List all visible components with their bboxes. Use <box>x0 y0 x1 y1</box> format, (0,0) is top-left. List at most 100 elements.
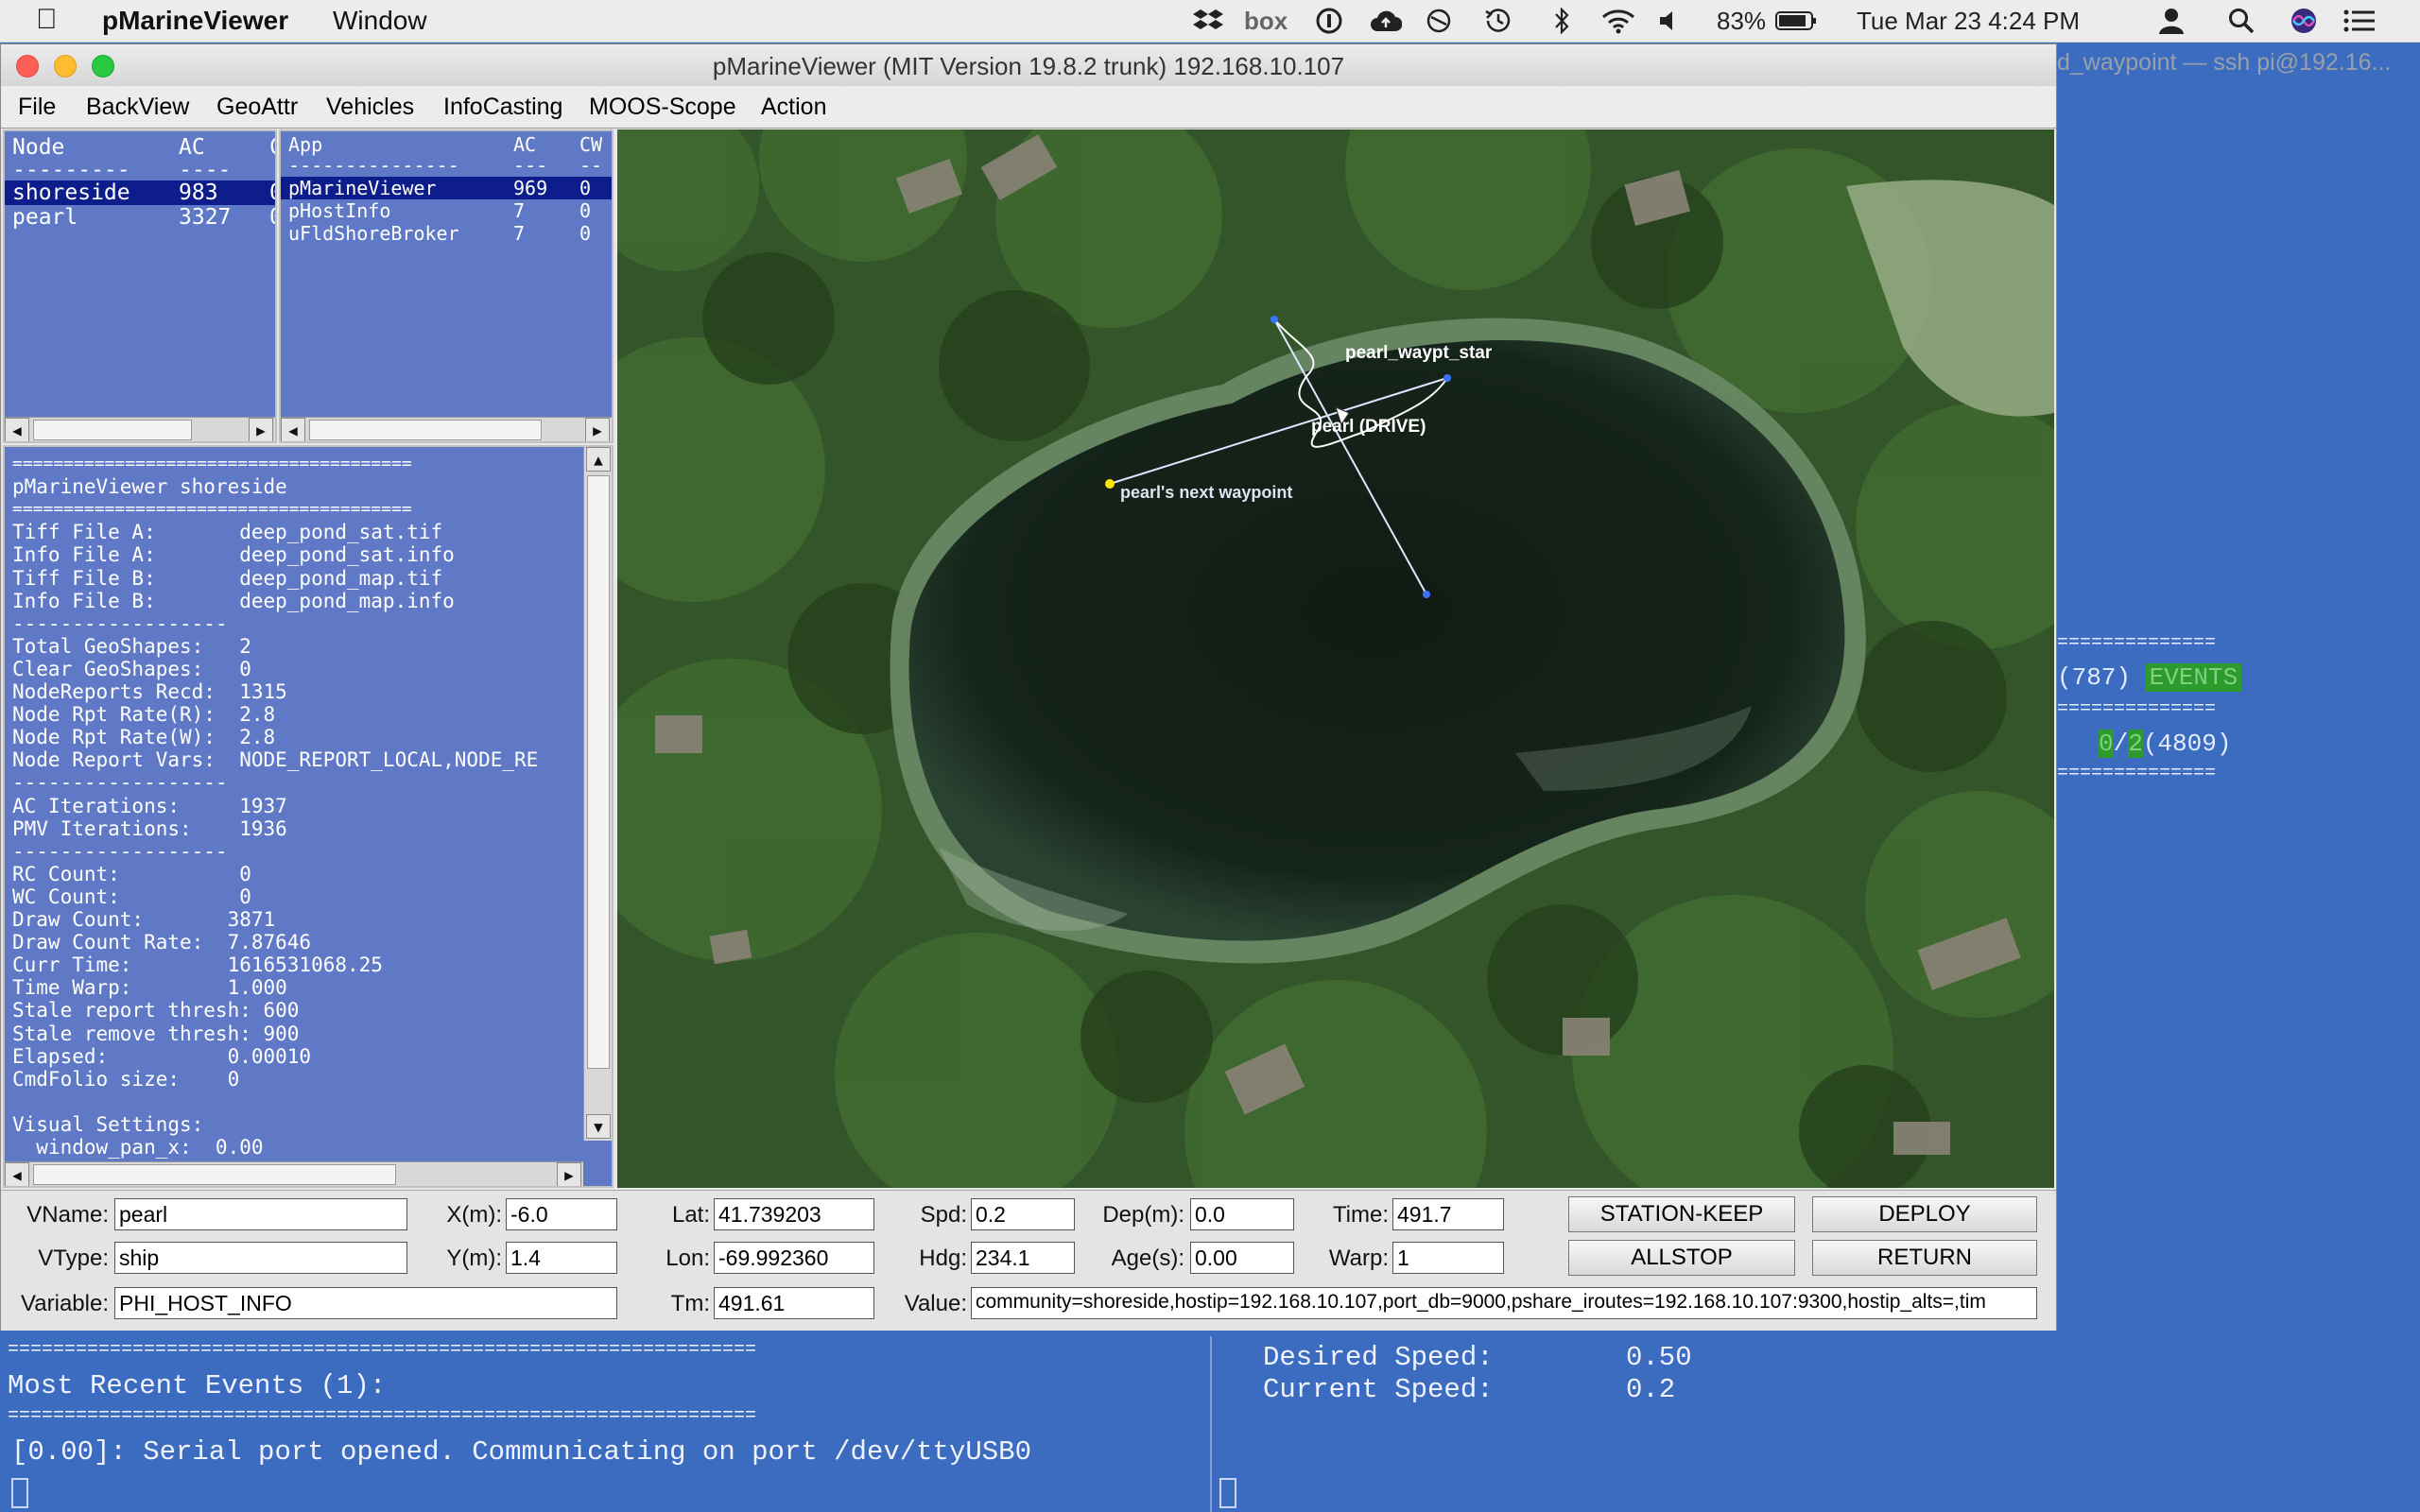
menu-vehicles[interactable]: Vehicles <box>326 94 414 121</box>
app-column-header[interactable]: App <box>288 133 322 156</box>
terminal-count-total: (4809) <box>2142 730 2232 758</box>
app-cw: 0 <box>579 199 592 222</box>
box-icon[interactable]: box <box>1244 6 1288 36</box>
vtype-field[interactable]: ship <box>114 1242 407 1274</box>
do-not-disturb-icon[interactable] <box>1424 5 1454 37</box>
scroll-thumb[interactable] <box>33 1164 396 1185</box>
app-row-ufldshorebroker[interactable]: uFldShoreBroker 7 0 <box>281 222 612 245</box>
scroll-right-icon[interactable]: ▶ <box>249 418 273 441</box>
menu-file[interactable]: File <box>18 94 56 121</box>
apple-icon[interactable]:  <box>36 4 58 36</box>
spd-field[interactable]: 0.2 <box>971 1198 1075 1230</box>
terminal-cursor-2 <box>1219 1478 1236 1508</box>
node-list-panel[interactable]: Node AC C --------- ---- shoreside 983 0… <box>3 129 277 443</box>
return-button[interactable]: RETURN <box>1812 1240 2037 1276</box>
app-row-phostinfo[interactable]: pHostInfo 7 0 <box>281 199 612 222</box>
scroll-thumb[interactable] <box>587 475 610 1069</box>
menu-action[interactable]: Action <box>761 94 826 121</box>
app-menu-bar: File BackView GeoAttr Vehicles InfoCasti… <box>1 86 2056 129</box>
x-field[interactable]: -6.0 <box>506 1198 617 1230</box>
hdg-field[interactable]: 234.1 <box>971 1242 1075 1274</box>
battery-icon[interactable] <box>1773 5 1819 37</box>
dropbox-icon[interactable] <box>1189 5 1227 37</box>
vname-field[interactable]: pearl <box>114 1198 407 1230</box>
scroll-right-icon[interactable]: ▶ <box>585 418 610 441</box>
satellite-map-view[interactable]: pearl_waypt_star pearl (DRIVE) pearl's n… <box>617 129 2054 1188</box>
bottom-terminal[interactable]: ========================================… <box>0 1336 2420 1512</box>
notification-center-icon[interactable] <box>2341 5 2378 37</box>
lon-field[interactable]: -69.992360 <box>714 1242 874 1274</box>
info-panel-vscrollbar[interactable]: ▲ ▼ <box>583 447 612 1141</box>
scroll-left-icon[interactable]: ◀ <box>281 418 305 441</box>
info-line: Curr Time: 1616531068.25 <box>12 954 383 977</box>
menu-moos-scope[interactable]: MOOS-Scope <box>589 94 736 121</box>
next-waypoint-label: pearl's next waypoint <box>1120 483 1293 502</box>
scroll-left-icon[interactable]: ◀ <box>5 1162 29 1186</box>
background-terminal-title[interactable]: d_waypoint — ssh pi@192.16... <box>2057 49 2391 77</box>
node-column-header[interactable]: Node <box>12 135 64 160</box>
cloud-upload-icon[interactable] <box>1369 5 1403 37</box>
window-titlebar[interactable]: pMarineViewer (MIT Version 19.8.2 trunk)… <box>1 44 2056 87</box>
header-separator: -- <box>579 154 603 177</box>
terminal-split-divider[interactable] <box>1210 1336 1212 1512</box>
waypoint-marker[interactable] <box>1423 591 1430 598</box>
scroll-right-icon[interactable]: ▶ <box>557 1162 581 1186</box>
menu-geoattr[interactable]: GeoAttr <box>216 94 298 121</box>
node-row-shoreside[interactable]: shoreside 983 0 <box>5 180 275 205</box>
scroll-down-icon[interactable]: ▼ <box>586 1114 611 1139</box>
bluetooth-icon[interactable] <box>1550 5 1573 37</box>
variable-field[interactable]: PHI_HOST_INFO <box>114 1287 617 1319</box>
info-panel[interactable]: ======================================= p… <box>3 445 614 1188</box>
menu-backview[interactable]: BackView <box>86 94 189 121</box>
time-machine-icon[interactable] <box>1480 5 1514 37</box>
info-line: Tiff File B: deep_pond_map.tif <box>12 566 443 590</box>
window-menu[interactable]: Window <box>333 6 427 36</box>
app-panel-hscrollbar[interactable]: ◀ ▶ <box>281 417 612 441</box>
app-cw-column-header[interactable]: CW <box>579 133 602 156</box>
warp-field[interactable]: 1 <box>1392 1242 1504 1274</box>
volume-icon[interactable] <box>1656 5 1683 37</box>
clock[interactable]: Tue Mar 23 4:24 PM <box>1857 6 2080 36</box>
deploy-button[interactable]: DEPLOY <box>1812 1196 2037 1232</box>
c-column-header[interactable]: C <box>269 135 275 160</box>
info-line: RC Count: 0 <box>12 862 251 885</box>
info-line: Tiff File A: deep_pond_sat.tif <box>12 521 443 544</box>
ac-column-header[interactable]: AC <box>179 135 205 160</box>
station-keep-button[interactable]: STATION-KEEP <box>1568 1196 1795 1232</box>
vehicle-label[interactable]: pearl (DRIVE) <box>1311 417 1426 438</box>
scroll-thumb[interactable] <box>309 420 542 440</box>
lat-field[interactable]: 41.739203 <box>714 1198 874 1230</box>
node-name: pearl <box>12 205 78 230</box>
dep-field[interactable]: 0.0 <box>1190 1198 1294 1230</box>
menu-infocasting[interactable]: InfoCasting <box>443 94 562 121</box>
waypoint-marker[interactable] <box>1443 374 1451 382</box>
battery-percentage[interactable]: 83% <box>1717 6 1766 36</box>
scroll-left-icon[interactable]: ◀ <box>5 418 29 441</box>
wifi-icon[interactable] <box>1599 5 1637 37</box>
user-icon[interactable] <box>2155 5 2187 37</box>
scroll-thumb[interactable] <box>33 420 192 440</box>
y-field[interactable]: 1.4 <box>506 1242 617 1274</box>
app-ac-column-header[interactable]: AC <box>513 133 536 156</box>
spotlight-search-icon[interactable] <box>2225 5 2257 37</box>
waypoint-marker[interactable] <box>1270 316 1278 323</box>
tm-field[interactable]: 491.61 <box>714 1287 874 1319</box>
node-panel-hscrollbar[interactable]: ◀ ▶ <box>5 417 275 441</box>
next-waypoint-marker[interactable] <box>1105 479 1115 489</box>
allstop-button[interactable]: ALLSTOP <box>1568 1240 1795 1276</box>
node-row-pearl[interactable]: pearl 3327 0 <box>5 205 275 230</box>
app-list-panel[interactable]: App AC CW --------------- --- -- pMarine… <box>279 129 614 443</box>
current-speed-value: 0.2 <box>1626 1374 1676 1405</box>
value-field[interactable]: community=shoreside,hostip=192.168.10.10… <box>971 1287 2037 1319</box>
app-row-pmarineviewer[interactable]: pMarineViewer 969 0 <box>281 177 612 199</box>
siri-icon[interactable] <box>2288 5 2320 37</box>
info-panel-hscrollbar[interactable]: ◀ ▶ <box>5 1161 583 1186</box>
info-line: Draw Count Rate: 7.87646 <box>12 931 312 954</box>
age-field[interactable]: 0.00 <box>1190 1242 1294 1274</box>
active-app-name[interactable]: pMarineViewer <box>102 6 288 36</box>
scroll-up-icon[interactable]: ▲ <box>586 447 611 472</box>
time-field[interactable]: 491.7 <box>1392 1198 1504 1230</box>
info-line: Stale remove thresh: 900 <box>12 1022 300 1045</box>
value-label: Value: <box>904 1291 967 1316</box>
onepassword-icon[interactable] <box>1314 5 1344 37</box>
